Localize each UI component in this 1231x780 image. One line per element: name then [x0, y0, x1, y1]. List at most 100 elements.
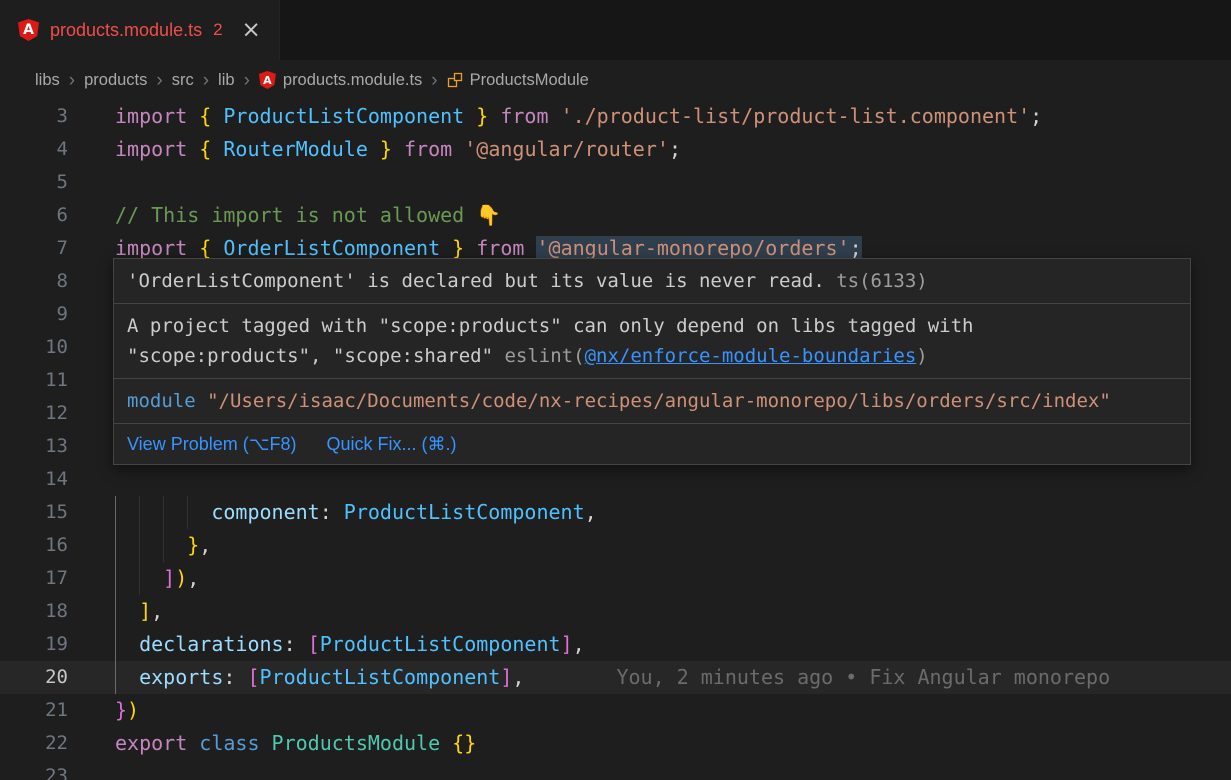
diagnostic-message: 'OrderListComponent' is declared but its…: [127, 270, 825, 292]
code-token: }: [452, 236, 464, 260]
line-number[interactable]: 6: [0, 199, 90, 232]
line-number[interactable]: 8: [0, 265, 90, 298]
line-number[interactable]: 11: [0, 364, 90, 397]
close-icon[interactable]: ×: [242, 19, 261, 42]
code-line-content[interactable]: },: [90, 529, 1231, 562]
code-line-content[interactable]: [90, 463, 1231, 496]
indent-guide: [163, 529, 164, 562]
code-line-15[interactable]: 15 component: ProductListComponent,: [0, 496, 1231, 529]
code-line-21[interactable]: 21}): [0, 694, 1231, 727]
code-line-content[interactable]: declarations: [ProductListComponent],: [90, 628, 1231, 661]
vscode-window: { "colors": { "error_red": "#F14C4C", "l…: [0, 0, 1231, 780]
code-token: [: [308, 632, 320, 656]
code-line-14[interactable]: 14: [0, 463, 1231, 496]
line-number[interactable]: 16: [0, 529, 90, 562]
line-number[interactable]: 13: [0, 430, 90, 463]
code-line-content[interactable]: exports: [ProductListComponent],You, 2 m…: [90, 661, 1231, 694]
code-line-18[interactable]: 18 ],: [0, 595, 1231, 628]
line-number[interactable]: 23: [0, 760, 90, 780]
code-line-20[interactable]: 20 exports: [ProductListComponent],You, …: [0, 661, 1231, 694]
breadcrumb-item-lib[interactable]: lib: [218, 71, 235, 90]
tab-bar: A products.module.ts 2 ×: [0, 0, 1231, 60]
code-line-content[interactable]: ],: [90, 595, 1231, 628]
code-token: ProductListComponent: [211, 104, 476, 128]
code-token: }: [380, 137, 392, 161]
breadcrumb-item-libs[interactable]: libs: [35, 71, 60, 90]
breadcrumb-item-products[interactable]: products: [84, 71, 147, 90]
line-number[interactable]: 20: [0, 661, 90, 694]
line-number[interactable]: 10: [0, 331, 90, 364]
code-line-content[interactable]: component: ProductListComponent,: [90, 496, 1231, 529]
breadcrumb-separator: ›: [69, 71, 75, 90]
code-token: [392, 137, 404, 161]
code-line-17[interactable]: 17 ]),: [0, 562, 1231, 595]
indent-guide: [139, 496, 140, 529]
indent-guide: [115, 628, 116, 661]
diagnostic-source-open: eslint(: [493, 345, 585, 367]
tab-products-module-ts[interactable]: A products.module.ts 2 ×: [0, 0, 280, 60]
code-token: ProductsModule: [272, 731, 441, 755]
code-line-3[interactable]: 3import { ProductListComponent } from '.…: [0, 100, 1231, 133]
line-number[interactable]: 17: [0, 562, 90, 595]
code-line-content[interactable]: }): [90, 694, 1231, 727]
line-number[interactable]: 7: [0, 232, 90, 265]
breadcrumb-item-products-module-ts[interactable]: Aproducts.module.ts: [259, 71, 422, 90]
code-token: export: [115, 731, 199, 755]
code-line-content[interactable]: [90, 166, 1231, 199]
code-token: [488, 104, 500, 128]
code-line-content[interactable]: [90, 760, 1231, 780]
code-line-22[interactable]: 22export class ProductsModule {}: [0, 727, 1231, 760]
code-token: ]: [139, 599, 151, 623]
code-token: '@angular/router': [464, 137, 669, 161]
code-line-23[interactable]: 23: [0, 760, 1231, 780]
code-token: [464, 236, 476, 260]
code-line-content[interactable]: import { RouterModule } from '@angular/r…: [90, 133, 1231, 166]
eslint-rule-link[interactable]: @nx/enforce-module-boundaries: [585, 345, 917, 367]
line-number[interactable]: 15: [0, 496, 90, 529]
code-token: ]: [163, 566, 175, 590]
line-number[interactable]: 9: [0, 298, 90, 331]
module-info-row: module "/Users/isaac/Documents/code/nx-r…: [114, 379, 1190, 424]
line-number[interactable]: 18: [0, 595, 90, 628]
code-token: './product-list/product-list.component': [561, 104, 1031, 128]
code-line-4[interactable]: 4import { RouterModule } from '@angular/…: [0, 133, 1231, 166]
line-number[interactable]: 12: [0, 397, 90, 430]
line-number[interactable]: 19: [0, 628, 90, 661]
module-path: "/Users/isaac/Documents/code/nx-recipes/…: [207, 390, 1111, 412]
indent-guide: [115, 595, 116, 628]
line-number[interactable]: 3: [0, 100, 90, 133]
angular-icon: A: [18, 19, 39, 41]
line-number[interactable]: 4: [0, 133, 90, 166]
code-token: {: [199, 104, 211, 128]
code-token: ;: [850, 236, 862, 260]
breadcrumb-item-src[interactable]: src: [172, 71, 194, 90]
breadcrumb-label: ProductsModule: [470, 71, 589, 90]
code-line-6[interactable]: 6// This import is not allowed 👇: [0, 199, 1231, 232]
code-line-content[interactable]: // This import is not allowed 👇: [90, 199, 1231, 232]
code-token: import: [115, 104, 199, 128]
code-token: from: [500, 104, 560, 128]
code-line-16[interactable]: 16 },: [0, 529, 1231, 562]
code-token: class: [199, 731, 271, 755]
code-line-19[interactable]: 19 declarations: [ProductListComponent],: [0, 628, 1231, 661]
code-line-5[interactable]: 5: [0, 166, 1231, 199]
code-token: OrderListComponent: [211, 236, 452, 260]
code-token: }: [476, 104, 488, 128]
diagnostic-ts-unused: 'OrderListComponent' is declared but its…: [114, 259, 1190, 304]
code-token: ): [127, 698, 139, 722]
code-line-content[interactable]: ]),: [90, 562, 1231, 595]
line-number[interactable]: 21: [0, 694, 90, 727]
code-token: ,: [199, 533, 211, 557]
breadcrumb-separator: ›: [244, 71, 250, 90]
quick-fix-button[interactable]: Quick Fix... (⌘.): [326, 432, 456, 456]
indent-guide: [139, 529, 140, 562]
breadcrumb-item-productsmodule[interactable]: ProductsModule: [447, 71, 589, 90]
line-number[interactable]: 22: [0, 727, 90, 760]
code-line-content[interactable]: import { ProductListComponent } from './…: [90, 100, 1231, 133]
view-problem-button[interactable]: View Problem (⌥F8): [127, 432, 296, 456]
line-number[interactable]: 14: [0, 463, 90, 496]
code-token: ]: [561, 632, 573, 656]
code-line-content[interactable]: export class ProductsModule {}: [90, 727, 1231, 760]
diagnostic-source: ts(6133): [825, 270, 928, 292]
line-number[interactable]: 5: [0, 166, 90, 199]
